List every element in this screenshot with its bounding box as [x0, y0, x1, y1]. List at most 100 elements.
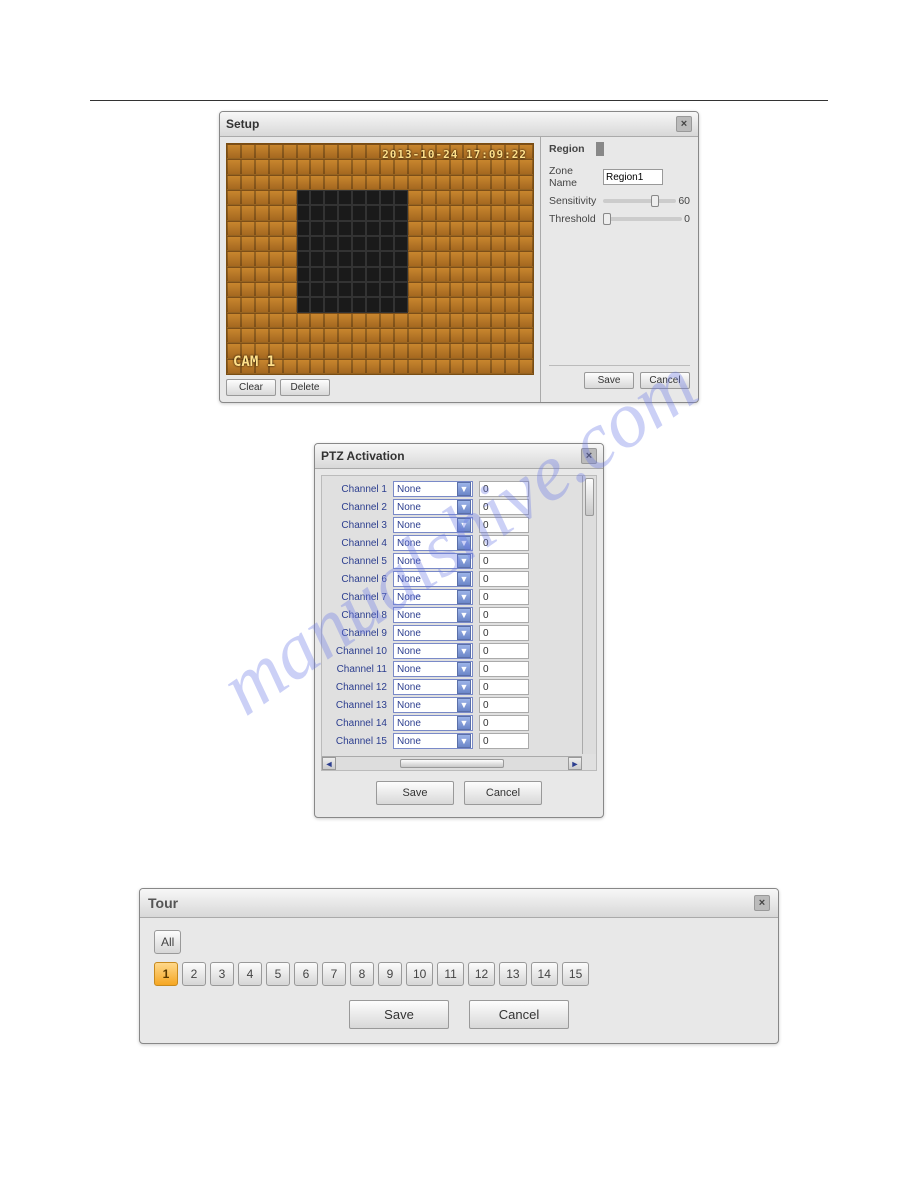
grid-cell[interactable]	[491, 328, 505, 343]
grid-cell[interactable]	[352, 313, 366, 328]
grid-cell[interactable]	[408, 359, 422, 374]
grid-cell[interactable]	[227, 251, 241, 266]
grid-cell[interactable]	[519, 205, 533, 220]
grid-cell[interactable]	[463, 190, 477, 205]
grid-cell[interactable]	[491, 343, 505, 358]
grid-cell[interactable]	[463, 343, 477, 358]
grid-cell[interactable]	[505, 205, 519, 220]
grid-cell[interactable]	[338, 205, 352, 220]
grid-cell[interactable]	[505, 313, 519, 328]
grid-cell[interactable]	[324, 221, 338, 236]
grid-cell[interactable]	[366, 205, 380, 220]
grid-cell[interactable]	[352, 144, 366, 159]
preset-number-input[interactable]: 0	[479, 661, 529, 677]
preset-select[interactable]: None▼	[393, 535, 473, 551]
grid-cell[interactable]	[408, 175, 422, 190]
grid-cell[interactable]	[269, 297, 283, 312]
grid-cell[interactable]	[463, 313, 477, 328]
grid-cell[interactable]	[505, 175, 519, 190]
preset-number-input[interactable]: 0	[479, 643, 529, 659]
grid-cell[interactable]	[394, 205, 408, 220]
grid-cell[interactable]	[408, 267, 422, 282]
grid-cell[interactable]	[408, 205, 422, 220]
grid-cell[interactable]	[241, 313, 255, 328]
grid-cell[interactable]	[269, 221, 283, 236]
grid-cell[interactable]	[519, 190, 533, 205]
grid-cell[interactable]	[338, 343, 352, 358]
grid-cell[interactable]	[463, 175, 477, 190]
tour-channel-button[interactable]: 7	[322, 962, 346, 986]
grid-cell[interactable]	[505, 190, 519, 205]
preset-select[interactable]: None▼	[393, 517, 473, 533]
grid-cell[interactable]	[505, 282, 519, 297]
grid-cell[interactable]	[283, 359, 297, 374]
preset-number-input[interactable]: 0	[479, 499, 529, 515]
grid-cell[interactable]	[227, 144, 241, 159]
grid-cell[interactable]	[519, 297, 533, 312]
grid-cell[interactable]	[380, 328, 394, 343]
grid-cell[interactable]	[422, 221, 436, 236]
grid-cell[interactable]	[380, 343, 394, 358]
grid-cell[interactable]	[519, 343, 533, 358]
grid-cell[interactable]	[436, 190, 450, 205]
grid-cell[interactable]	[380, 159, 394, 174]
grid-cell[interactable]	[408, 190, 422, 205]
grid-cell[interactable]	[450, 236, 464, 251]
grid-cell[interactable]	[450, 328, 464, 343]
grid-cell[interactable]	[241, 328, 255, 343]
grid-cell[interactable]	[463, 297, 477, 312]
grid-cell[interactable]	[477, 267, 491, 282]
grid-cell[interactable]	[324, 359, 338, 374]
grid-cell[interactable]	[366, 328, 380, 343]
tour-channel-button[interactable]: 13	[499, 962, 526, 986]
preset-number-input[interactable]: 0	[479, 733, 529, 749]
grid-cell[interactable]	[338, 282, 352, 297]
grid-cell[interactable]	[255, 282, 269, 297]
grid-cell[interactable]	[297, 236, 311, 251]
grid-cell[interactable]	[436, 221, 450, 236]
grid-cell[interactable]	[505, 251, 519, 266]
grid-cell[interactable]	[450, 205, 464, 220]
grid-cell[interactable]	[505, 236, 519, 251]
grid-cell[interactable]	[255, 267, 269, 282]
grid-cell[interactable]	[283, 175, 297, 190]
grid-cell[interactable]	[352, 159, 366, 174]
region-color-swatch[interactable]	[602, 142, 604, 156]
grid-cell[interactable]	[436, 297, 450, 312]
grid-cell[interactable]	[477, 328, 491, 343]
preset-select[interactable]: None▼	[393, 589, 473, 605]
scroll-right-icon[interactable]: ►	[568, 757, 582, 770]
grid-cell[interactable]	[324, 175, 338, 190]
grid-cell[interactable]	[366, 282, 380, 297]
grid-cell[interactable]	[477, 221, 491, 236]
grid-cell[interactable]	[338, 297, 352, 312]
grid-cell[interactable]	[297, 343, 311, 358]
zone-name-input[interactable]	[603, 169, 663, 185]
grid-cell[interactable]	[436, 328, 450, 343]
grid-cell[interactable]	[255, 205, 269, 220]
grid-cell[interactable]	[352, 236, 366, 251]
preset-select[interactable]: None▼	[393, 661, 473, 677]
grid-cell[interactable]	[519, 221, 533, 236]
grid-cell[interactable]	[366, 190, 380, 205]
grid-cell[interactable]	[269, 328, 283, 343]
preset-select[interactable]: None▼	[393, 571, 473, 587]
grid-cell[interactable]	[297, 159, 311, 174]
grid-cell[interactable]	[366, 159, 380, 174]
grid-cell[interactable]	[352, 251, 366, 266]
grid-cell[interactable]	[380, 313, 394, 328]
grid-cell[interactable]	[366, 359, 380, 374]
grid-cell[interactable]	[394, 313, 408, 328]
grid-cell[interactable]	[310, 159, 324, 174]
grid-cell[interactable]	[422, 159, 436, 174]
grid-cell[interactable]	[380, 236, 394, 251]
grid-cell[interactable]	[324, 297, 338, 312]
grid-cell[interactable]	[283, 221, 297, 236]
grid-cell[interactable]	[491, 359, 505, 374]
preset-number-input[interactable]: 0	[479, 553, 529, 569]
grid-cell[interactable]	[352, 328, 366, 343]
grid-cell[interactable]	[310, 205, 324, 220]
preset-number-input[interactable]: 0	[479, 625, 529, 641]
preset-number-input[interactable]: 0	[479, 535, 529, 551]
grid-cell[interactable]	[422, 328, 436, 343]
